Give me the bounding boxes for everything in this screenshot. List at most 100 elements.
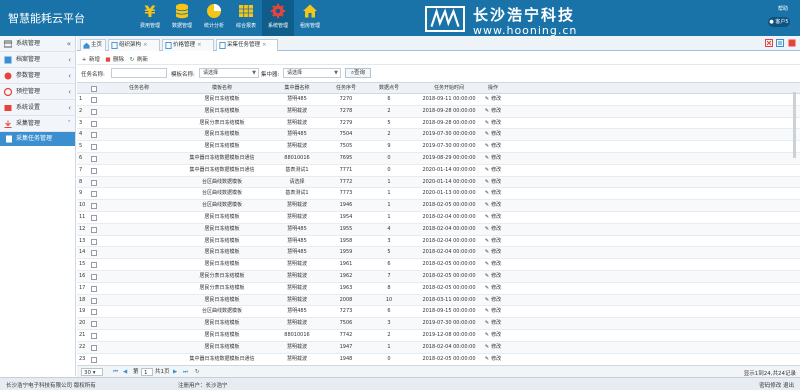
edit-button[interactable]: ✎ 修改 bbox=[475, 165, 511, 176]
row-checkbox[interactable] bbox=[91, 120, 97, 127]
table-row[interactable]: 7 集中器日冻结数据模板日通信 基表测试1 7771 0 2020-01-14 00:00… bbox=[77, 165, 800, 177]
row-checkbox[interactable] bbox=[91, 203, 97, 210]
table-row[interactable]: 12 居民日冻结模板 慧明485 1955 4 2018-02-04 00:00:00 ✎ 修… bbox=[77, 223, 800, 236]
edit-button[interactable]: ✎ 修改 bbox=[475, 224, 511, 235]
table-row[interactable]: 6 集中器日冻结数据模板日通信 88010016 7695 0 2019-08-29 00… bbox=[77, 153, 800, 165]
edit-button[interactable]: ✎ 修改 bbox=[475, 153, 511, 164]
nav-stats[interactable]: 统计分析 bbox=[198, 0, 230, 36]
nav-rent[interactable]: 租房管理 bbox=[294, 0, 326, 36]
table-row[interactable]: 8 台区曲线数据模板 请选择 7772 1 2020-01-14 00:00:00 ✎ 修改 bbox=[77, 176, 800, 189]
row-checkbox[interactable] bbox=[91, 356, 97, 363]
delete-button[interactable]: ■ 删除 bbox=[105, 55, 124, 63]
nav-report[interactable]: 综合报表 bbox=[230, 0, 262, 36]
nav-fee[interactable]: ¥ 费用管理 bbox=[134, 0, 166, 36]
edit-button[interactable]: ✎ 修改 bbox=[475, 354, 511, 364]
row-checkbox[interactable] bbox=[91, 333, 97, 339]
table-row[interactable]: 17 居民分表日冻结模板 慧明载波 1963 8 2018-02-05 00:00:00 ✎… bbox=[77, 283, 800, 295]
sidebar-subitem-collect-task[interactable]: 采集任务管理 bbox=[0, 132, 75, 146]
row-checkbox[interactable] bbox=[91, 321, 97, 328]
prev-page-icon[interactable]: ◀ bbox=[123, 368, 127, 376]
next-page-icon[interactable]: ▶ bbox=[173, 368, 177, 376]
select-all-checkbox[interactable] bbox=[91, 86, 97, 92]
row-checkbox[interactable] bbox=[91, 167, 97, 174]
nav-system[interactable]: 系统管理 bbox=[262, 0, 294, 36]
tab-collect-task[interactable]: 采集任务管理 × bbox=[216, 39, 278, 51]
table-row[interactable]: 18 居民日冻结模板 慧明载波 2008 10 2018-03-11 00:00:00 ✎ 修… bbox=[77, 294, 800, 307]
sidebar-item-control[interactable]: 预控管理 ‹ bbox=[0, 84, 75, 100]
edit-button[interactable]: ✎ 修改 bbox=[475, 247, 511, 258]
edit-button[interactable]: ✎ 修改 bbox=[475, 295, 511, 306]
table-row[interactable]: 20 居民日冻结模板 慧明载波 7506 3 2019-07-30 00:00:00 ✎ 修改 bbox=[77, 318, 800, 330]
footer-links[interactable]: 密码修改 退出 bbox=[759, 381, 794, 389]
row-checkbox[interactable] bbox=[91, 156, 97, 162]
user-menu[interactable]: ● 客户5 bbox=[768, 17, 790, 27]
table-row[interactable]: 22 居民日冻结模板 慧明载波 1947 1 2018-02-04 00:00:00 ✎ 修改 bbox=[77, 341, 800, 354]
table-row[interactable]: 1 居民日冻结模板 慧明485 7270 6 2018-09-11 00:00:00 ✎ 修改 bbox=[77, 94, 800, 106]
row-checkbox[interactable] bbox=[91, 262, 97, 269]
table-row[interactable]: 15 居民日冻结模板 慧明载波 1961 6 2018-02-05 00:00:00 ✎ 修改 bbox=[77, 259, 800, 271]
table-row[interactable]: 9 台区曲线数据模板 基表测试1 7773 1 2020-01-13 00:00:00 ✎ 修… bbox=[77, 188, 800, 201]
sidebar-header[interactable]: 系统管理 « bbox=[0, 36, 75, 52]
table-row[interactable]: 11 居民日冻结模板 慧明载波 1954 1 2018-02-04 00:00:00 ✎ 修改 bbox=[77, 212, 800, 224]
refresh-icon[interactable]: ↻ bbox=[195, 368, 200, 376]
collapse-icon[interactable]: « bbox=[67, 36, 71, 52]
row-checkbox[interactable] bbox=[91, 297, 97, 304]
edit-button[interactable]: ✎ 修改 bbox=[475, 106, 511, 117]
tab-close-icon[interactable]: × bbox=[197, 42, 202, 48]
edit-button[interactable]: ✎ 修改 bbox=[475, 330, 511, 341]
collector-select[interactable]: 请选择 ▼ bbox=[283, 68, 341, 78]
edit-button[interactable]: ✎ 修改 bbox=[475, 318, 511, 329]
edit-button[interactable]: ✎ 修改 bbox=[475, 200, 511, 211]
row-checkbox[interactable] bbox=[91, 285, 97, 292]
sidebar-item-param[interactable]: 参数管理 ‹ bbox=[0, 68, 75, 84]
tab-price[interactable]: 价格管理 × bbox=[162, 39, 214, 51]
table-row[interactable]: 2 居民日冻结模板 慧明载波 7278 2 2018-09-28 00:00:00 ✎ 修改 bbox=[77, 105, 800, 118]
table-row[interactable]: 16 居民分表日冻结模板 慧明载波 1962 7 2018-02-05 00:00:00 ✎… bbox=[77, 271, 800, 283]
template-select[interactable]: 请选择 ▼ bbox=[199, 68, 259, 78]
edit-button[interactable]: ✎ 修改 bbox=[475, 188, 511, 199]
edit-button[interactable]: ✎ 修改 bbox=[475, 212, 511, 223]
sidebar-item-settings[interactable]: 系统设置 ‹ bbox=[0, 100, 75, 116]
tab-close-icon[interactable]: × bbox=[262, 42, 267, 48]
page-size-select[interactable]: 30 ▾ bbox=[81, 368, 103, 376]
tab-menu-icon[interactable] bbox=[776, 39, 784, 47]
edit-button[interactable]: ✎ 修改 bbox=[475, 129, 511, 140]
row-checkbox[interactable] bbox=[91, 344, 97, 351]
table-row[interactable]: 19 台区曲线数据模板 慧明485 7273 6 2018-09-15 00:00:00 ✎… bbox=[77, 306, 800, 319]
sidebar-item-collect[interactable]: 采集管理 ˇ bbox=[0, 116, 75, 132]
table-row[interactable]: 23 集中器日冻结数据模板日通信 慧明载波 1948 0 2018-02-05 00:00… bbox=[77, 354, 800, 364]
edit-button[interactable]: ✎ 修改 bbox=[475, 271, 511, 282]
close-all-icon[interactable] bbox=[765, 39, 773, 47]
row-checkbox[interactable] bbox=[91, 97, 97, 103]
row-checkbox[interactable] bbox=[91, 179, 97, 186]
row-checkbox[interactable] bbox=[91, 274, 97, 280]
row-checkbox[interactable] bbox=[91, 226, 97, 233]
table-row[interactable]: 21 居民日冻结模板 88010016 7742 2 2019-12-08 00:00:0… bbox=[77, 330, 800, 342]
row-checkbox[interactable] bbox=[91, 191, 97, 198]
search-button[interactable]: ⌕查询 bbox=[345, 68, 371, 78]
table-row[interactable]: 14 居民日冻结模板 慧明485 1959 5 2018-02-04 00:00:00 ✎ 修… bbox=[77, 247, 800, 260]
table-row[interactable]: 5 居民日冻结模板 慧明载波 7505 9 2019-07-30 00:00:00 ✎ 修改 bbox=[77, 141, 800, 153]
tab-home[interactable]: 主页 bbox=[80, 39, 106, 51]
scrollbar[interactable] bbox=[793, 92, 796, 158]
row-checkbox[interactable] bbox=[91, 108, 97, 115]
row-checkbox[interactable] bbox=[91, 250, 97, 257]
tab-org[interactable]: 组织架构 × bbox=[108, 39, 160, 51]
sidebar-item-archive[interactable]: 档案管理 ‹ bbox=[0, 52, 75, 68]
table-row[interactable]: 13 居民日冻结模板 慧明485 1958 3 2018-02-04 00:00:00 ✎ 修… bbox=[77, 236, 800, 248]
row-checkbox[interactable] bbox=[91, 144, 97, 151]
edit-button[interactable]: ✎ 修改 bbox=[475, 259, 511, 270]
row-checkbox[interactable] bbox=[91, 238, 97, 245]
last-page-icon[interactable]: ⏭ bbox=[183, 368, 188, 376]
edit-button[interactable]: ✎ 修改 bbox=[475, 94, 511, 105]
edit-button[interactable]: ✎ 修改 bbox=[475, 306, 511, 317]
table-row[interactable]: 4 居民日冻结模板 慧明485 7504 2 2019-07-30 00:00:00 ✎ 修改 bbox=[77, 129, 800, 142]
table-row[interactable]: 10 台区曲线数据模板 慧明载波 1946 1 2018-02-05 00:00:00 ✎ 修… bbox=[77, 200, 800, 212]
edit-button[interactable]: ✎ 修改 bbox=[475, 236, 511, 247]
fullscreen-icon[interactable] bbox=[788, 39, 796, 47]
nav-data[interactable]: 数据管理 bbox=[166, 0, 198, 36]
row-checkbox[interactable] bbox=[91, 309, 97, 316]
help-link[interactable]: 帮助 bbox=[778, 5, 788, 12]
refresh-button[interactable]: ↻ 刷新 bbox=[129, 55, 148, 63]
edit-button[interactable]: ✎ 修改 bbox=[475, 118, 511, 129]
